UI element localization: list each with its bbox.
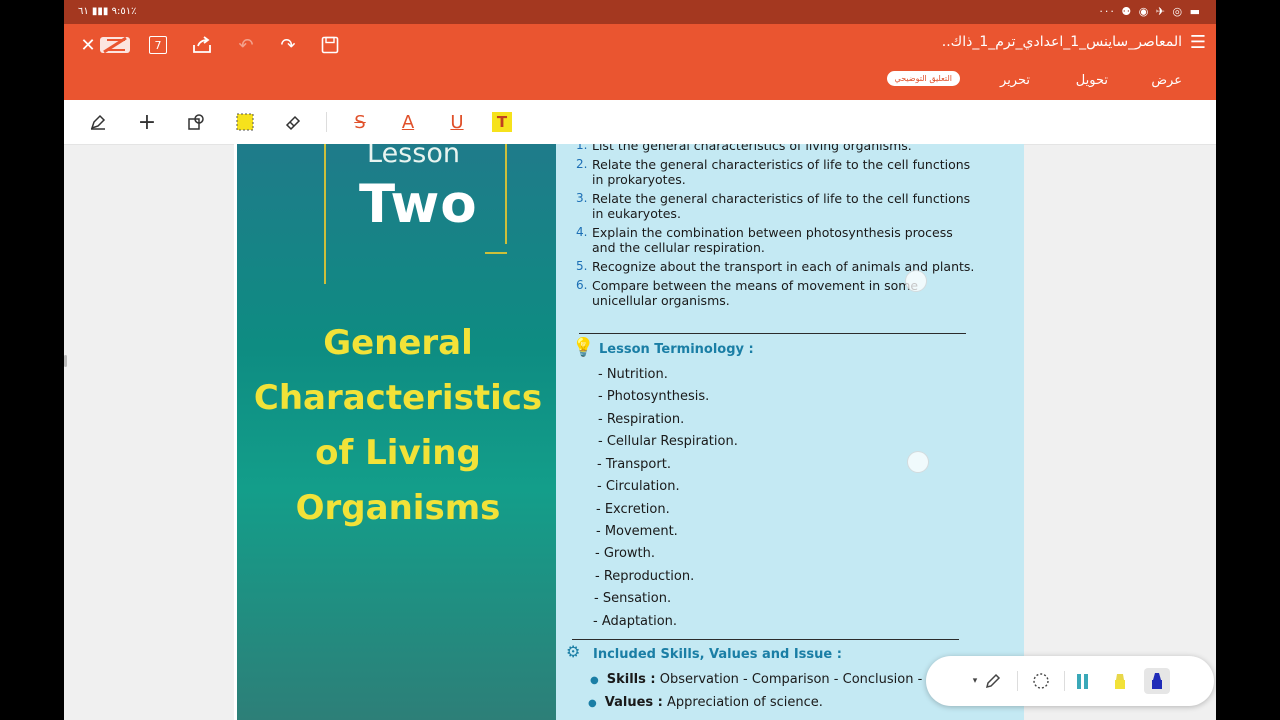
status-bar: ٩:٥١ ▮▮▮ ٦١٪ ··· ⚉ ◉ ✈ ◎ ▬ — [64, 0, 1216, 24]
term-item: - Photosynthesis. — [598, 389, 710, 404]
lightbulb-icon: 💡 — [572, 337, 595, 358]
scrollbar-handle[interactable] — [64, 355, 67, 367]
term-item: - Reproduction. — [595, 569, 695, 584]
floating-pen-toolbar: ▾ — [926, 656, 1214, 706]
save-icon[interactable] — [316, 32, 344, 58]
lesson-title-line: of Living — [315, 433, 481, 473]
share-icon[interactable] — [188, 32, 216, 58]
section-divider — [579, 333, 966, 334]
add-icon[interactable]: + — [133, 108, 161, 136]
page-count-button[interactable]: 7 — [144, 32, 172, 58]
objective-item: 2. Relate the general characteristics of … — [576, 157, 971, 187]
marker-blue-icon[interactable] — [1144, 668, 1170, 694]
gold-frame-line — [505, 144, 507, 244]
status-icons: ··· ⚉ ◉ ✈ ◎ ▬ — [1099, 5, 1202, 18]
pdf-page: Lesson Two General Characteristics of Li… — [234, 144, 1024, 720]
lesson-title-line: General — [323, 323, 473, 363]
app-window: ٩:٥١ ▮▮▮ ٦١٪ ··· ⚉ ◉ ✈ ◎ ▬ ✕ 7 ↶ ↷ المعا… — [64, 0, 1216, 720]
eraser-icon[interactable] — [279, 108, 307, 136]
highlighter-yellow-icon[interactable] — [1107, 668, 1133, 694]
term-item: - Sensation. — [594, 591, 672, 606]
terminology-heading: Lesson Terminology : — [599, 342, 754, 357]
lesson-title-line: Characteristics — [253, 378, 543, 418]
section-divider — [572, 639, 959, 640]
term-item: - Nutrition. — [598, 367, 668, 382]
term-item: - Adaptation. — [593, 614, 678, 629]
tab-convert[interactable]: تحويل — [1076, 73, 1108, 88]
marker-teal-icon[interactable] — [1070, 668, 1096, 694]
tab-edit[interactable]: تحرير — [1000, 73, 1030, 88]
gold-frame-line — [324, 144, 326, 284]
tab-annotate[interactable]: التعليق التوضيحي — [886, 71, 960, 86]
lesson-number: Two — [359, 174, 478, 235]
pen-icon[interactable] — [980, 668, 1006, 694]
redo-icon[interactable]: ↷ — [274, 32, 302, 58]
lesson-title-line: Organisms — [295, 488, 501, 528]
touch-indicator — [905, 270, 927, 292]
status-time-battery: ٩:٥١ ▮▮▮ ٦١٪ — [78, 6, 137, 17]
term-item: - Excretion. — [596, 502, 670, 517]
skills-line: ● Skills : Observation - Comparison - Con… — [590, 672, 955, 687]
menu-icon[interactable]: ☰ — [1190, 32, 1206, 53]
app-logo-icon — [98, 32, 134, 58]
term-item: - Movement. — [596, 524, 678, 539]
page-count: 7 — [149, 36, 167, 54]
undo-icon[interactable]: ↶ — [232, 32, 260, 58]
objective-item: 4. Explain the combination between photos… — [576, 225, 953, 255]
touch-indicator — [907, 451, 929, 473]
annotation-toolbar: + S A U T — [64, 100, 1216, 145]
lesson-label: Lesson — [367, 144, 460, 169]
tab-view[interactable]: عرض — [1151, 73, 1182, 88]
gold-frame-line — [485, 252, 507, 254]
shapes-icon[interactable] — [182, 108, 210, 136]
objective-item: 1. List the general characteristics of li… — [576, 144, 912, 153]
underline-icon[interactable]: U — [443, 108, 471, 136]
skills-icon: ⚙ — [566, 642, 581, 661]
toolbar-divider — [1064, 671, 1065, 691]
toolbar-divider — [1017, 671, 1018, 691]
lesson-title: General Characteristics of Living Organi… — [237, 316, 559, 536]
lesson-title-panel: Lesson Two General Characteristics of Li… — [237, 144, 559, 720]
objective-item: 3. Relate the general characteristics of … — [576, 191, 971, 221]
strikethrough-icon[interactable]: S — [346, 108, 374, 136]
text-highlight-icon[interactable]: T — [492, 112, 512, 132]
term-item: - Growth. — [595, 546, 656, 561]
term-item: - Transport. — [597, 457, 671, 472]
skills-heading: Included Skills, Values and Issue : — [593, 647, 842, 662]
toolbar-divider — [326, 112, 327, 132]
text-color-icon[interactable]: A — [394, 108, 422, 136]
term-item: - Circulation. — [597, 479, 680, 494]
app-bar: ✕ 7 ↶ ↷ المعاصر_ساينس_1_اعدادي_ترم_1_ذاك… — [64, 24, 1216, 100]
lasso-icon[interactable] — [1028, 668, 1054, 694]
pen-tool-icon[interactable] — [84, 108, 112, 136]
area-highlight-icon[interactable] — [231, 108, 259, 136]
document-title: المعاصر_ساينس_1_اعدادي_ترم_1_ذاك.. — [941, 34, 1182, 50]
term-item: - Cellular Respiration. — [598, 434, 738, 449]
term-item: - Respiration. — [598, 412, 685, 427]
values-line: ● Values : Appreciation of science. — [588, 695, 823, 710]
